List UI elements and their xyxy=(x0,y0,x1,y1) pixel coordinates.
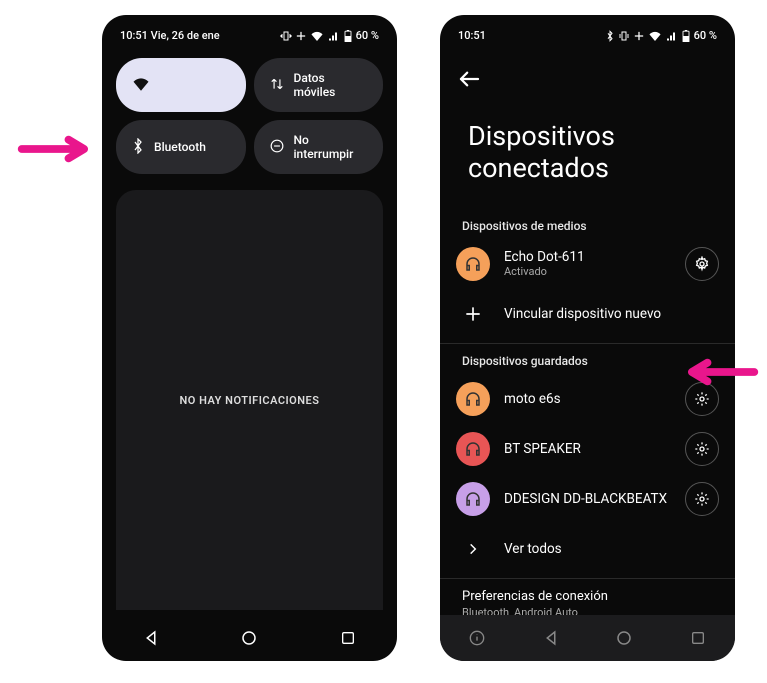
vibrate-icon xyxy=(618,30,630,42)
device-settings-button[interactable] xyxy=(685,482,719,516)
title-line2: conectados xyxy=(468,152,707,184)
section-media-devices: Dispositivos de medios xyxy=(440,213,735,239)
saved-device-row[interactable]: DDESIGN DD-BLACKBEATX xyxy=(440,474,735,524)
see-all-row[interactable]: Ver todos xyxy=(440,524,735,574)
bluetooth-icon xyxy=(606,30,614,42)
nav-recent-button[interactable] xyxy=(680,620,716,656)
status-bar: 10:51 60 % xyxy=(440,15,735,52)
nav-back-button[interactable] xyxy=(133,620,169,656)
headphones-icon xyxy=(456,432,490,466)
dnd-tile[interactable]: No interrumpir xyxy=(254,120,384,174)
battery-percent: 60 % xyxy=(694,29,717,42)
battery-icon xyxy=(344,30,352,42)
pair-new-label: Vincular dispositivo nuevo xyxy=(504,306,719,322)
status-time: 10:51 xyxy=(458,29,486,42)
wifi-icon xyxy=(648,31,662,41)
prefs-title: Preferencias de conexión xyxy=(462,589,713,604)
battery-saver-icon xyxy=(634,31,644,41)
wifi-icon xyxy=(132,77,150,94)
bluetooth-label: Bluetooth xyxy=(154,140,206,154)
saved-device-name: moto e6s xyxy=(504,391,671,407)
phone-connected-devices: 10:51 60 % Dispositivos conectados Dispo… xyxy=(440,15,735,661)
bluetooth-tile[interactable]: Bluetooth xyxy=(116,120,246,174)
battery-saver-icon xyxy=(296,31,306,41)
signal-icon xyxy=(666,31,678,41)
back-button[interactable] xyxy=(458,70,480,92)
signal-icon xyxy=(328,31,340,41)
notification-shade-body: NO HAY NOTIFICACIONES xyxy=(116,190,383,610)
status-icons: 60 % xyxy=(606,29,717,42)
swap-icon xyxy=(270,77,284,94)
headphones-icon xyxy=(456,482,490,516)
chevron-right-icon xyxy=(456,532,490,566)
pair-new-device-row[interactable]: Vincular dispositivo nuevo xyxy=(440,289,735,339)
headphones-icon xyxy=(456,247,490,281)
nav-recent-button[interactable] xyxy=(330,620,366,656)
navigation-bar xyxy=(440,615,735,661)
headphones-icon xyxy=(456,382,490,416)
nav-home-button[interactable] xyxy=(606,620,642,656)
device-status: Activado xyxy=(504,265,671,278)
navigation-bar xyxy=(102,615,397,661)
plus-icon xyxy=(456,297,490,331)
instruction-arrow-1 xyxy=(10,133,88,165)
info-icon[interactable] xyxy=(459,620,495,656)
status-icons: 60 % xyxy=(280,29,379,42)
bluetooth-icon xyxy=(132,138,144,157)
saved-device-name: BT SPEAKER xyxy=(504,441,671,457)
device-settings-button[interactable] xyxy=(685,247,719,281)
header-back-row xyxy=(440,52,735,102)
nav-back-button[interactable] xyxy=(533,620,569,656)
instruction-arrow-2 xyxy=(688,356,766,388)
status-bar: 10:51 Vie, 26 de ene 60 % xyxy=(102,15,397,52)
media-device-row[interactable]: Echo Dot-611 Activado xyxy=(440,239,735,289)
mobile-data-label: Datos móviles xyxy=(294,71,368,99)
wifi-tile[interactable] xyxy=(116,58,246,112)
mobile-data-tile[interactable]: Datos móviles xyxy=(254,58,384,112)
battery-icon xyxy=(682,30,690,42)
dnd-icon xyxy=(270,139,284,156)
nav-home-button[interactable] xyxy=(231,620,267,656)
status-time-date: 10:51 Vie, 26 de ene xyxy=(120,29,220,42)
no-notifications-text: NO HAY NOTIFICACIONES xyxy=(180,394,320,407)
phone-quick-settings: 10:51 Vie, 26 de ene 60 % Datos móviles … xyxy=(102,15,397,661)
page-title: Dispositivos conectados xyxy=(440,102,735,213)
battery-percent: 60 % xyxy=(356,29,379,42)
device-settings-button[interactable] xyxy=(685,432,719,466)
dnd-label: No interrumpir xyxy=(294,133,368,161)
vibrate-icon xyxy=(280,30,292,42)
see-all-label: Ver todos xyxy=(504,541,719,557)
device-name: Echo Dot-611 xyxy=(504,249,671,265)
wifi-icon xyxy=(310,31,324,41)
saved-device-row[interactable]: BT SPEAKER xyxy=(440,424,735,474)
title-line1: Dispositivos xyxy=(468,120,707,152)
quick-settings-grid: Datos móviles Bluetooth No interrumpir xyxy=(102,52,397,180)
saved-device-name: DDESIGN DD-BLACKBEATX xyxy=(504,491,671,507)
